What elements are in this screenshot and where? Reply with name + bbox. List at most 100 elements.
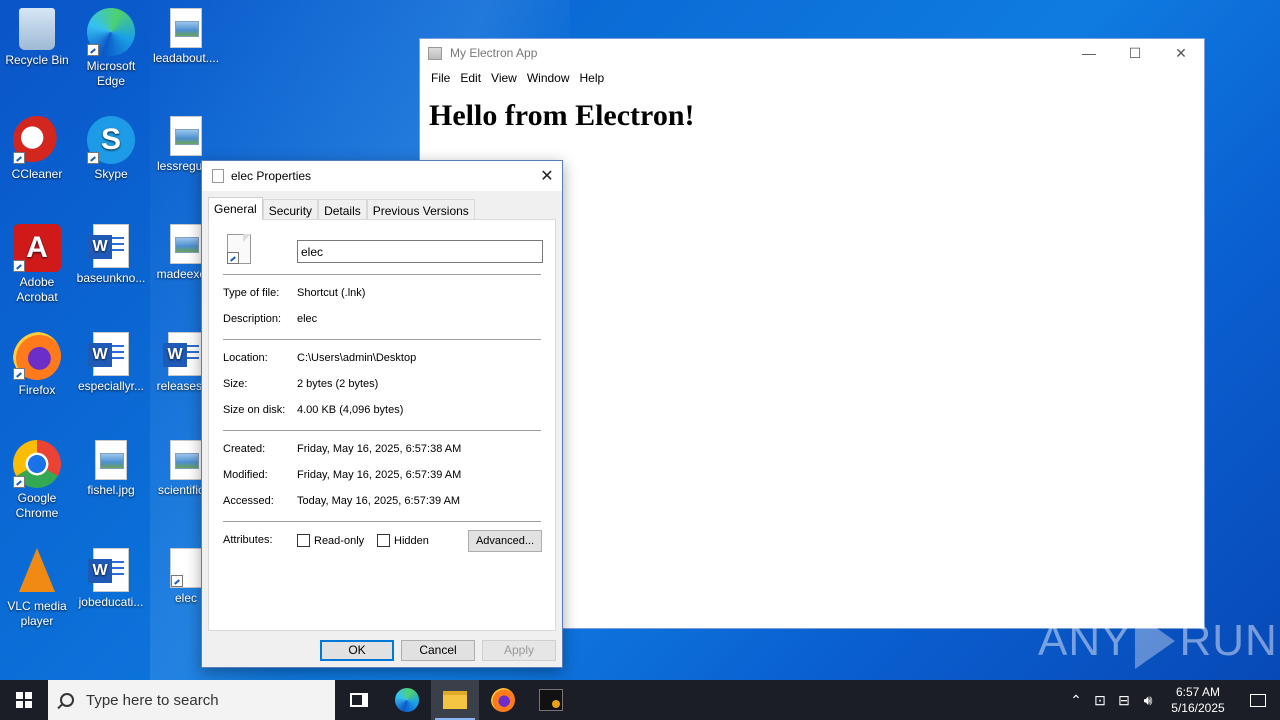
- row-value: C:\Users\admin\Desktop: [297, 352, 417, 364]
- taskbar-clock[interactable]: 6:57 AM 5/16/2025: [1160, 684, 1236, 716]
- row-modified: Modified: Friday, May 16, 2025, 6:57:39 …: [223, 469, 543, 481]
- menu-help[interactable]: Help: [575, 71, 610, 85]
- cancel-button[interactable]: Cancel: [401, 640, 475, 661]
- task-view-icon: [350, 693, 368, 707]
- file-icon: [212, 169, 224, 183]
- shortcut-arrow-icon: [13, 260, 25, 272]
- shortcut-arrow-icon: [87, 44, 99, 56]
- desktop-icon-vlc[interactable]: VLC media player: [0, 548, 74, 629]
- properties-dialog[interactable]: elec Properties ✕ General Security Detai…: [201, 160, 563, 668]
- hidden-checkbox[interactable]: Hidden: [377, 534, 429, 547]
- menu-file[interactable]: File: [426, 71, 455, 85]
- firefox-icon: [13, 332, 61, 380]
- desktop-icon-skype[interactable]: S Skype: [74, 116, 148, 182]
- shortcut-file-icon: [227, 234, 251, 264]
- desktop-icon-word-doc[interactable]: W baseunkno...: [74, 224, 148, 286]
- row-key: Accessed:: [223, 495, 274, 507]
- windows-logo-icon: [16, 692, 32, 708]
- desktop-icon-microsoft-edge[interactable]: Microsoft Edge: [74, 8, 148, 89]
- image-file-icon: [95, 440, 127, 480]
- shortcut-arrow-icon: [13, 476, 25, 488]
- taskbar-search[interactable]: Type here to search: [48, 680, 335, 720]
- minimize-button[interactable]: —: [1066, 39, 1112, 67]
- shortcut-arrow-icon: [13, 368, 25, 380]
- menu-edit[interactable]: Edit: [455, 71, 486, 85]
- shortcut-arrow-icon: [227, 252, 239, 264]
- menu-window[interactable]: Window: [522, 71, 575, 85]
- chrome-icon: [13, 440, 61, 488]
- desktop-icon-image[interactable]: fishel.jpg: [74, 440, 148, 498]
- task-view-button[interactable]: [335, 680, 383, 720]
- menu-view[interactable]: View: [486, 71, 522, 85]
- desktop-icon-label: especiallyr...: [77, 379, 145, 393]
- desktop-icon-firefox[interactable]: Firefox: [0, 332, 74, 398]
- shortcut-arrow-icon: [13, 152, 25, 164]
- taskbar-file-explorer[interactable]: [431, 680, 479, 720]
- desktop-icon-word-doc[interactable]: W jobeducati...: [74, 548, 148, 610]
- dialog-tabs: General Security Details Previous Versio…: [208, 197, 475, 220]
- ccleaner-icon: [13, 116, 61, 164]
- desktop-icon-label: baseunkno...: [76, 271, 146, 285]
- file-name-field[interactable]: [297, 240, 543, 263]
- row-key: Location:: [223, 352, 268, 364]
- app-window-icon: [428, 46, 442, 60]
- desktop-icon-recycle-bin[interactable]: Recycle Bin: [0, 8, 74, 68]
- desktop-icon-image[interactable]: leadabout....: [149, 8, 223, 66]
- tab-previous-versions[interactable]: Previous Versions: [366, 199, 475, 220]
- skype-icon: S: [87, 116, 135, 164]
- desktop-icon-word-doc[interactable]: W especiallyr...: [74, 332, 148, 394]
- desktop-icon-ccleaner[interactable]: CCleaner: [0, 116, 74, 182]
- notification-button[interactable]: [1236, 680, 1280, 720]
- desktop-icon-adobe-acrobat[interactable]: A Adobe Acrobat: [0, 224, 74, 305]
- desktop-icon-label: Skype: [94, 167, 128, 181]
- row-value: Friday, May 16, 2025, 6:57:39 AM: [297, 469, 462, 481]
- word-document-icon: W: [88, 332, 129, 376]
- app-window-title: My Electron App: [450, 46, 538, 60]
- volume-icon[interactable]: 🔊︎: [1136, 692, 1160, 709]
- row-type-of-file: Type of file: Shortcut (.lnk): [223, 287, 543, 299]
- start-button[interactable]: [0, 680, 48, 720]
- network-icon[interactable]: ⊟: [1112, 692, 1136, 709]
- apply-button[interactable]: Apply: [482, 640, 556, 661]
- app-titlebar[interactable]: My Electron App — ☐ ✕: [420, 39, 1204, 67]
- readonly-checkbox[interactable]: Read-only: [297, 534, 364, 547]
- watermark-left-text: ANY: [1038, 616, 1132, 665]
- desktop-icon-label: Firefox: [18, 383, 56, 397]
- acrobat-icon: A: [13, 224, 61, 272]
- app-window-icon: [539, 689, 563, 711]
- row-value: Shortcut (.lnk): [297, 287, 366, 299]
- tab-details[interactable]: Details: [318, 199, 367, 220]
- meet-now-icon[interactable]: ⊡: [1088, 692, 1112, 709]
- advanced-button[interactable]: Advanced...: [468, 530, 542, 552]
- desktop-icon-label: leadabout....: [152, 51, 220, 65]
- taskbar-electron-app[interactable]: [527, 680, 575, 720]
- tab-security[interactable]: Security: [262, 199, 319, 220]
- play-triangle-icon: [1135, 613, 1176, 669]
- taskbar-firefox[interactable]: [479, 680, 527, 720]
- separator: [223, 339, 541, 340]
- clock-date: 5/16/2025: [1171, 701, 1225, 715]
- row-accessed: Accessed: Today, May 16, 2025, 6:57:39 A…: [223, 495, 543, 507]
- tab-general[interactable]: General: [208, 197, 263, 220]
- word-document-icon: W: [88, 224, 129, 268]
- checkbox-box[interactable]: [377, 534, 390, 547]
- desktop-icon-google-chrome[interactable]: Google Chrome: [0, 440, 74, 521]
- checkbox-box[interactable]: [297, 534, 310, 547]
- desktop-icon-label: Adobe Acrobat: [16, 275, 58, 304]
- chevron-up-icon[interactable]: ⌃: [1064, 692, 1088, 709]
- row-key: Modified:: [223, 469, 268, 481]
- close-button[interactable]: ✕: [1158, 39, 1204, 67]
- readonly-label: Read-only: [314, 534, 365, 547]
- dialog-titlebar[interactable]: elec Properties ✕: [202, 161, 562, 191]
- row-key: Type of file:: [223, 287, 280, 299]
- blank-file-icon: [170, 548, 202, 588]
- taskbar-edge[interactable]: [383, 680, 431, 720]
- row-key: Size:: [223, 378, 248, 390]
- folder-icon: [443, 691, 467, 709]
- row-key: Created:: [223, 443, 266, 455]
- maximize-button[interactable]: ☐: [1112, 39, 1158, 67]
- word-document-icon: W: [88, 548, 129, 592]
- dialog-close-button[interactable]: ✕: [532, 166, 562, 186]
- row-created: Created: Friday, May 16, 2025, 6:57:38 A…: [223, 443, 543, 455]
- ok-button[interactable]: OK: [320, 640, 394, 661]
